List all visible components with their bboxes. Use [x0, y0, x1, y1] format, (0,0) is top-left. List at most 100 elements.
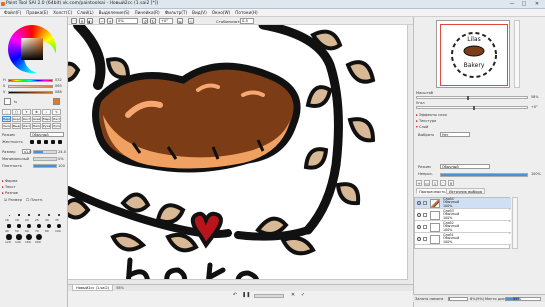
- lock-icon[interactable]: [423, 225, 427, 229]
- nav-angle-slider[interactable]: [416, 106, 528, 110]
- hardness-preset[interactable]: [51, 140, 55, 144]
- section-misc[interactable]: ▸ Разное: [2, 191, 18, 195]
- density-slider[interactable]: [33, 164, 57, 168]
- merge-down-icon[interactable]: ⇩: [432, 180, 438, 186]
- visibility-icon[interactable]: [417, 225, 421, 229]
- tool-wand-icon[interactable]: ✦: [22, 109, 31, 115]
- lock-icon[interactable]: [423, 213, 427, 217]
- angle-field[interactable]: +0°: [159, 18, 173, 24]
- zoom-out-icon[interactable]: −: [99, 18, 105, 24]
- stabilizer-select[interactable]: S-5: [240, 18, 254, 24]
- hardness-preset[interactable]: [44, 140, 48, 144]
- zoom-in-icon[interactable]: +: [107, 18, 113, 24]
- zoom-field[interactable]: 0%: [116, 18, 138, 24]
- flip-icon[interactable]: ⇋: [177, 18, 183, 24]
- hardness-preset[interactable]: [30, 140, 34, 144]
- section-texture[interactable]: ▸ Текстура: [416, 119, 436, 123]
- lock-icon[interactable]: [423, 237, 427, 241]
- menu-canvas[interactable]: Холст(C): [53, 10, 72, 15]
- visibility-icon[interactable]: [417, 213, 421, 217]
- layer-row[interactable]: Слой4 Обычный 100%: [415, 197, 511, 209]
- section-texture[interactable]: ▸ Текст: [2, 185, 16, 189]
- brush-size-preset[interactable]: [46, 223, 52, 229]
- maximize-button[interactable]: □: [519, 1, 529, 8]
- tool-watercolor[interactable]: Акварель: [32, 116, 41, 122]
- slider-s[interactable]: S 065: [3, 84, 65, 89]
- slider-h[interactable]: H 032: [3, 78, 65, 83]
- tool-brush[interactable]: Кисть: [22, 116, 31, 122]
- brush-size-preset[interactable]: [57, 213, 61, 217]
- brush-size-preset[interactable]: [18, 214, 20, 216]
- tool-loupe[interactable]: Лупа: [52, 123, 61, 129]
- primary-color-swatch[interactable]: [53, 98, 60, 105]
- tool-eyedropper-icon[interactable]: ✎: [52, 109, 61, 115]
- tool-select-eraser[interactable]: Ластик В.: [22, 123, 31, 129]
- visibility-icon[interactable]: [417, 201, 421, 205]
- menu-help[interactable]: Потоки(H): [235, 10, 257, 15]
- secondary-color-swatch[interactable]: [4, 98, 11, 105]
- swap-colors-icon[interactable]: ⇆: [14, 100, 17, 104]
- new-layer-icon[interactable]: +: [416, 180, 422, 186]
- menu-view[interactable]: Вид(V): [192, 10, 207, 15]
- tab-selection-source[interactable]: Источник выбора: [446, 188, 485, 194]
- invert-icon[interactable]: ◐: [87, 18, 93, 24]
- document-tab[interactable]: Новый2cc (1.sai2): [72, 285, 114, 291]
- section-layer-props[interactable]: ▾ Слой: [416, 125, 428, 129]
- pause-icon[interactable]: ❚❚: [242, 292, 250, 298]
- tool-select-pen[interactable]: Выдел.: [12, 123, 21, 129]
- tool-pen[interactable]: Перо: [2, 116, 11, 122]
- select-icon[interactable]: ⬚: [71, 18, 77, 24]
- antialias-icon[interactable]: ◇: [188, 18, 194, 24]
- canvas-vertical-scrollbar[interactable]: [407, 25, 412, 286]
- blend-mode-select[interactable]: Обычный: [440, 164, 490, 169]
- visibility-icon[interactable]: [417, 237, 421, 241]
- tool-hand[interactable]: Рука: [42, 123, 51, 129]
- brush-size-preset[interactable]: [16, 234, 22, 240]
- brush-size-preset[interactable]: [36, 223, 42, 229]
- hardness-preset[interactable]: [37, 140, 41, 144]
- tool-marker[interactable]: Маркер: [42, 116, 51, 122]
- tool-picker[interactable]: Пипетка: [32, 123, 41, 129]
- menu-edit[interactable]: Правка(E): [26, 10, 48, 15]
- menu-window[interactable]: Окно(W): [212, 10, 231, 15]
- brush-size-preset[interactable]: [27, 224, 31, 228]
- brush-size-preset[interactable]: [17, 224, 21, 228]
- min-size-slider[interactable]: [33, 157, 57, 161]
- tool-airbrush[interactable]: Аэрограф: [12, 116, 21, 122]
- mode-select[interactable]: Обычный: [30, 132, 64, 137]
- tool-move-icon[interactable]: ✥: [32, 109, 41, 115]
- hardness-preset[interactable]: [58, 140, 62, 144]
- drawing-canvas[interactable]: [68, 25, 408, 286]
- tool-eraser[interactable]: Ластик: [52, 116, 61, 122]
- menu-filter[interactable]: Фильтр(T): [165, 10, 187, 15]
- menu-selection[interactable]: Выделение(S): [99, 10, 130, 15]
- delete-layer-icon[interactable]: ✕: [448, 180, 454, 186]
- nav-zoom-slider[interactable]: [416, 96, 528, 100]
- brush-size-preset[interactable]: [8, 214, 10, 216]
- new-folder-icon[interactable]: ▭: [424, 180, 430, 186]
- brush-size-preset[interactable]: [7, 224, 11, 228]
- layer-list-scrollbar[interactable]: [512, 197, 518, 249]
- section-layer-effects[interactable]: ▸ Эффекты слоя: [416, 113, 447, 117]
- menu-layer[interactable]: Слой(L): [77, 10, 93, 15]
- brush-size-preset[interactable]: [47, 213, 51, 217]
- tool-select-icon[interactable]: ⬚: [2, 109, 11, 115]
- layer-row[interactable]: Слой1 Обычный 100%: [415, 233, 511, 245]
- brush-size-preset[interactable]: [56, 223, 62, 229]
- choose-select[interactable]: Нет: [440, 132, 470, 137]
- rotate-left-icon[interactable]: ↺: [142, 18, 148, 24]
- playback-slider[interactable]: [254, 294, 284, 298]
- confirm-icon[interactable]: ✓: [300, 292, 306, 298]
- tool-fill[interactable]: Заливка: [2, 123, 11, 129]
- footer-size-check[interactable]: ☑ Размер: [4, 198, 22, 202]
- undo-icon[interactable]: ↶: [232, 292, 238, 298]
- minimize-button[interactable]: —: [507, 1, 517, 8]
- brush-size-preset[interactable]: [6, 234, 12, 240]
- size-slider[interactable]: [33, 150, 57, 154]
- menu-ruler[interactable]: Линейка(R): [135, 10, 160, 15]
- navigator-scrollbar[interactable]: [514, 20, 520, 88]
- close-button[interactable]: ✕: [532, 1, 542, 8]
- rotate-right-icon[interactable]: ↻: [150, 18, 156, 24]
- layer-row[interactable]: Слой2 Обычный 100%: [415, 221, 511, 233]
- clear-layer-icon[interactable]: ◌: [440, 180, 446, 186]
